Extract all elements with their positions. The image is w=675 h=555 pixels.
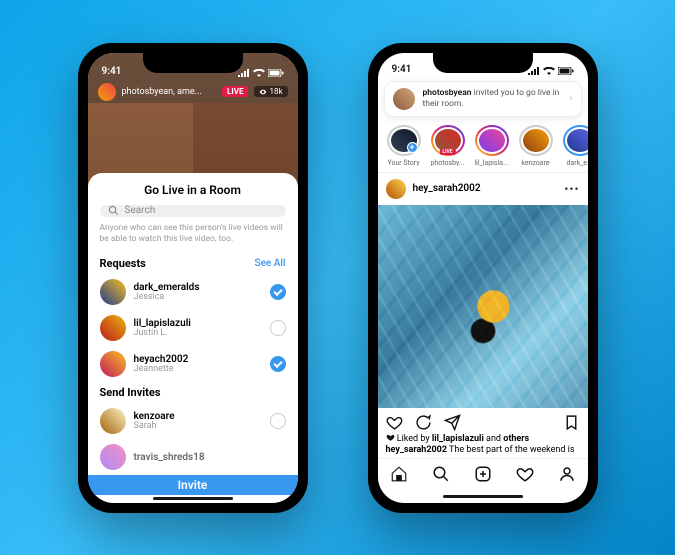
tab-bar bbox=[378, 458, 588, 489]
user-avatar bbox=[100, 351, 126, 377]
select-checkbox[interactable] bbox=[270, 356, 286, 372]
post-image[interactable] bbox=[378, 205, 588, 408]
home-indicator[interactable] bbox=[378, 490, 588, 503]
broadcaster-username[interactable]: photosbyean, ame... bbox=[122, 87, 202, 97]
create-tab-icon[interactable] bbox=[474, 465, 492, 483]
user-username: travis_shreds18 bbox=[134, 452, 205, 463]
post-author-avatar[interactable] bbox=[386, 179, 406, 199]
story-item[interactable]: LIVE photosby... bbox=[430, 125, 466, 166]
signal-icon bbox=[238, 69, 250, 77]
see-all-link[interactable]: See All bbox=[255, 258, 286, 269]
screen-feed: 9:41 photosbyean invited you to go live … bbox=[378, 53, 588, 503]
story-item[interactable]: kenzoare bbox=[518, 125, 554, 166]
wifi-icon bbox=[253, 69, 265, 77]
post-author-username[interactable]: hey_sarah2002 bbox=[413, 183, 481, 194]
activity-tab-icon[interactable] bbox=[516, 465, 534, 483]
status-time: 9:41 bbox=[102, 66, 122, 77]
stories-tray[interactable]: + Your Story LIVE photosby... lil_lapisl… bbox=[378, 117, 588, 172]
select-checkbox[interactable] bbox=[270, 413, 286, 429]
user-avatar bbox=[100, 315, 126, 341]
chevron-right-icon: › bbox=[569, 93, 572, 104]
plus-icon: + bbox=[407, 142, 418, 153]
request-row[interactable]: lil_lapislazuli Justin L. bbox=[100, 310, 286, 346]
invite-row[interactable]: travis_shreds18 bbox=[100, 439, 286, 475]
profile-tab-icon[interactable] bbox=[558, 465, 576, 483]
invite-row[interactable]: kenzoare Sarah bbox=[100, 403, 286, 439]
status-bar: 9:41 bbox=[378, 53, 588, 77]
search-tab-icon[interactable] bbox=[432, 465, 450, 483]
post-header: hey_sarah2002 ••• bbox=[378, 173, 588, 205]
search-placeholder: Search bbox=[125, 205, 156, 216]
sheet-title: Go Live in a Room bbox=[100, 183, 286, 197]
phone-left: 9:41 photosbyean, ame... LIVE 18k Go Liv… bbox=[78, 43, 308, 513]
request-row[interactable]: dark_emeralds Jessica bbox=[100, 274, 286, 310]
story-your-story[interactable]: + Your Story bbox=[386, 125, 422, 166]
screen-live-room: 9:41 photosbyean, ame... LIVE 18k Go Liv… bbox=[88, 53, 298, 503]
share-icon[interactable] bbox=[444, 414, 461, 431]
home-indicator[interactable] bbox=[100, 495, 286, 502]
select-checkbox[interactable] bbox=[270, 284, 286, 300]
battery-icon bbox=[558, 67, 574, 75]
helper-text: Anyone who can see this person's live vi… bbox=[100, 223, 286, 245]
live-badge: LIVE bbox=[439, 149, 455, 155]
battery-icon bbox=[268, 69, 284, 77]
wifi-icon bbox=[543, 67, 555, 75]
signal-icon bbox=[528, 67, 540, 75]
status-icons bbox=[238, 69, 284, 77]
status-time: 9:41 bbox=[392, 64, 412, 75]
invite-banner[interactable]: photosbyean invited you to go live in th… bbox=[384, 81, 582, 117]
heart-icon bbox=[386, 433, 395, 442]
story-item[interactable]: lil_lapisla... bbox=[474, 125, 510, 166]
user-name: Jessica bbox=[134, 293, 200, 303]
user-name: Justin L. bbox=[134, 329, 191, 339]
banner-actor: photosbyean bbox=[423, 88, 472, 98]
phone-right: 9:41 photosbyean invited you to go live … bbox=[368, 43, 598, 513]
status-bar: 9:41 bbox=[88, 53, 298, 79]
requests-title: Requests bbox=[100, 257, 146, 270]
post-actions bbox=[378, 408, 588, 433]
viewer-count: 18k bbox=[254, 86, 287, 97]
send-invites-header: Send Invites bbox=[100, 386, 286, 399]
more-options-button[interactable]: ••• bbox=[564, 182, 579, 196]
send-invites-title: Send Invites bbox=[100, 386, 161, 399]
requests-header: Requests See All bbox=[100, 257, 286, 270]
post-caption: hey_sarah2002 The best part of the weeke… bbox=[378, 444, 588, 458]
request-row[interactable]: heyach2002 Jeannette bbox=[100, 346, 286, 382]
user-name: Sarah bbox=[134, 422, 175, 432]
home-tab-icon[interactable] bbox=[390, 465, 408, 483]
status-icons bbox=[528, 67, 574, 75]
bookmark-icon[interactable] bbox=[563, 414, 580, 431]
live-badge: LIVE bbox=[222, 86, 248, 97]
search-icon bbox=[108, 205, 119, 216]
search-input[interactable]: Search bbox=[100, 205, 286, 218]
go-live-sheet: Go Live in a Room Search Anyone who can … bbox=[88, 173, 298, 503]
user-avatar bbox=[100, 444, 126, 470]
likes-text[interactable]: Liked by lil_lapislazuli and others bbox=[378, 433, 588, 444]
user-avatar bbox=[100, 408, 126, 434]
select-checkbox[interactable] bbox=[270, 320, 286, 336]
like-icon[interactable] bbox=[386, 414, 403, 431]
live-header: photosbyean, ame... LIVE 18k bbox=[98, 83, 288, 101]
comment-icon[interactable] bbox=[415, 414, 432, 431]
banner-avatar bbox=[393, 88, 415, 110]
user-name: Jeannette bbox=[134, 365, 189, 375]
story-item[interactable]: dark_e... bbox=[562, 125, 588, 166]
invite-button[interactable]: Invite bbox=[88, 475, 298, 495]
banner-text: photosbyean invited you to go live in th… bbox=[423, 88, 562, 108]
eye-icon bbox=[259, 88, 267, 96]
user-avatar bbox=[100, 279, 126, 305]
broadcaster-avatar[interactable] bbox=[98, 83, 116, 101]
